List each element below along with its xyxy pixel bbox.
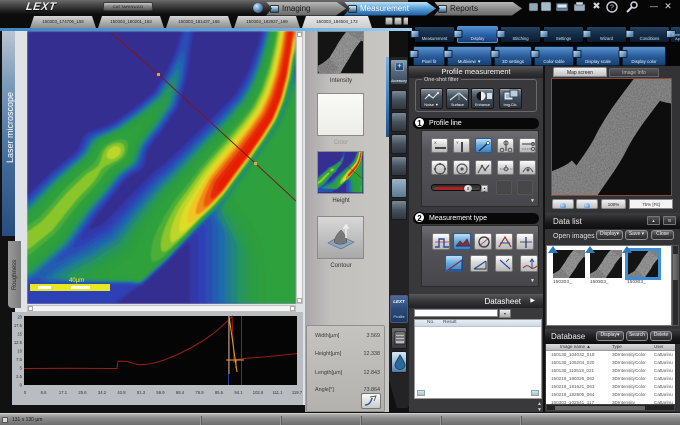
svg-text:42.8: 42.8 [117, 390, 126, 395]
svg-text:76.9: 76.9 [195, 390, 204, 395]
svg-text:94.1: 94.1 [234, 390, 243, 395]
svg-text:102.6: 102.6 [253, 390, 264, 395]
svg-text:0: 0 [24, 390, 27, 395]
svg-text:59.9: 59.9 [156, 390, 165, 395]
svg-text:68.4: 68.4 [176, 390, 185, 395]
svg-text:111.1: 111.1 [273, 390, 284, 395]
svg-text:2.5: 2.5 [16, 374, 22, 379]
svg-text:119.7: 119.7 [292, 390, 303, 395]
svg-text:5: 5 [20, 366, 23, 371]
svg-text:7.5: 7.5 [16, 357, 22, 362]
svg-text:51.3: 51.3 [137, 390, 146, 395]
svg-text:12.5: 12.5 [14, 340, 23, 345]
svg-text:85.5: 85.5 [215, 390, 224, 395]
svg-text:10: 10 [17, 349, 22, 354]
svg-text:?: ? [610, 5, 614, 12]
svg-text:15: 15 [17, 332, 22, 337]
svg-text:40µm: 40µm [69, 278, 84, 284]
svg-text:25.6: 25.6 [78, 390, 87, 395]
svg-text:8.6: 8.6 [41, 390, 47, 395]
svg-text:0: 0 [20, 383, 23, 388]
svg-text:20: 20 [17, 315, 22, 320]
svg-text:17.1: 17.1 [59, 390, 68, 395]
svg-text:Y: Y [456, 140, 459, 145]
svg-text:34.2: 34.2 [98, 390, 107, 395]
svg-text:X: X [434, 140, 437, 145]
svg-text:17.5: 17.5 [14, 323, 23, 328]
